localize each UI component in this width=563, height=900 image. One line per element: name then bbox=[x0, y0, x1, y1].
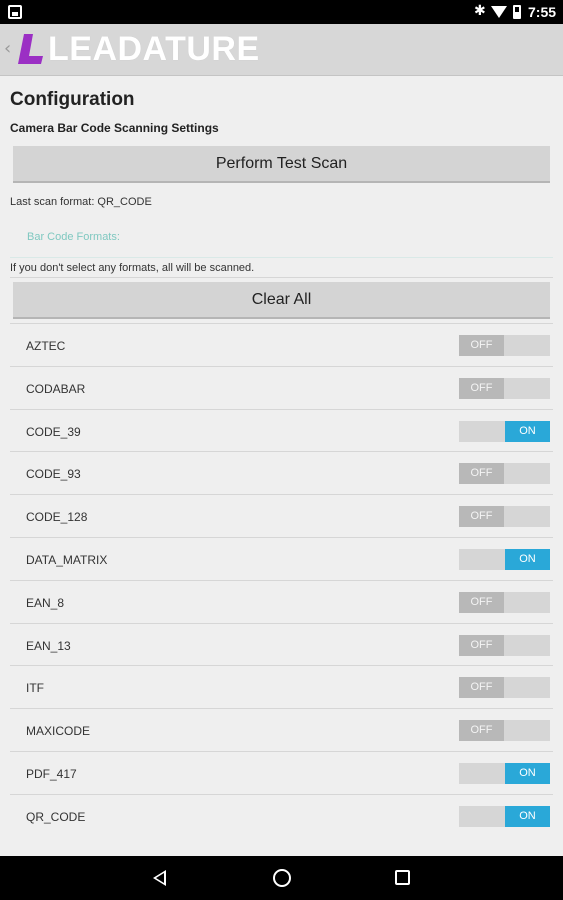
clear-all-button[interactable]: Clear All bbox=[13, 282, 550, 319]
last-scan-format: Last scan format: QR_CODE bbox=[10, 196, 152, 208]
app-brand[interactable]: LEADATURE bbox=[48, 30, 260, 69]
format-row: ITF OFF bbox=[10, 665, 553, 708]
format-label: PDF_417 bbox=[26, 766, 77, 781]
format-row: QR_CODE ON bbox=[10, 793, 553, 837]
format-toggle[interactable]: OFF bbox=[459, 720, 550, 742]
format-toggle[interactable]: ON bbox=[459, 548, 550, 570]
toggle-state-label: ON bbox=[505, 762, 550, 784]
format-row: EAN_13 OFF bbox=[10, 622, 553, 666]
app-bar: ‹ LEADATURE bbox=[0, 24, 563, 76]
format-toggle[interactable]: OFF bbox=[459, 506, 550, 528]
format-toggle[interactable]: OFF bbox=[459, 591, 550, 613]
toggle-state-label: OFF bbox=[459, 677, 504, 699]
format-label: CODE_93 bbox=[26, 467, 81, 482]
settings-content[interactable]: Configuration Camera Bar Code Scanning S… bbox=[0, 77, 563, 855]
toggle-state-label: OFF bbox=[459, 377, 504, 399]
format-row: DATA_MATRIX ON bbox=[10, 536, 553, 580]
format-toggle[interactable]: OFF bbox=[459, 335, 550, 356]
nav-recents-icon[interactable] bbox=[395, 870, 410, 885]
nav-home-icon[interactable] bbox=[273, 869, 291, 887]
format-row: PDF_417 ON bbox=[10, 750, 553, 794]
settings-subtitle: Camera Bar Code Scanning Settings bbox=[10, 121, 219, 135]
format-label: QR_CODE bbox=[26, 809, 86, 824]
format-label: CODE_39 bbox=[26, 424, 81, 439]
wifi-icon bbox=[491, 6, 507, 18]
formats-hint: If you don't select any formats, all wil… bbox=[10, 262, 255, 274]
toggle-state-label: ON bbox=[505, 420, 550, 442]
format-toggle[interactable]: ON bbox=[459, 805, 550, 827]
format-list: AZTEC OFF CODABAR OFF CODE_39 ON CODE_93 OFF COD… bbox=[10, 323, 553, 837]
format-row: CODE_128 OFF bbox=[10, 494, 553, 537]
format-label: MAXICODE bbox=[26, 724, 91, 739]
toggle-state-label: OFF bbox=[459, 506, 504, 528]
format-row: CODE_93 OFF bbox=[10, 451, 553, 494]
format-toggle[interactable]: OFF bbox=[459, 677, 550, 699]
navigation-bar bbox=[0, 856, 563, 900]
toggle-state-label: ON bbox=[505, 805, 550, 827]
toggle-state-label: OFF bbox=[459, 591, 504, 613]
format-toggle[interactable]: OFF bbox=[459, 377, 550, 399]
format-label: EAN_8 bbox=[26, 595, 65, 610]
chevron-left-icon[interactable]: ‹ bbox=[4, 38, 11, 59]
format-toggle[interactable]: ON bbox=[459, 762, 550, 784]
toggle-state-label: OFF bbox=[459, 720, 504, 742]
format-label: CODABAR bbox=[26, 381, 86, 396]
battery-icon bbox=[513, 5, 521, 19]
format-row: CODE_39 ON bbox=[10, 408, 553, 452]
status-bar: ✱ 7:55 bbox=[0, 0, 563, 24]
format-label: ITF bbox=[26, 681, 44, 696]
page-title: Configuration bbox=[10, 89, 135, 110]
format-label: CODE_128 bbox=[26, 510, 88, 525]
format-toggle[interactable]: OFF bbox=[459, 634, 550, 656]
format-label: EAN_13 bbox=[26, 638, 71, 653]
bar-code-formats-header: Bar Code Formats: bbox=[27, 231, 120, 243]
toggle-state-label: OFF bbox=[459, 634, 504, 656]
perform-test-scan-button[interactable]: Perform Test Scan bbox=[13, 146, 550, 183]
format-label: DATA_MATRIX bbox=[26, 552, 108, 567]
format-row: AZTEC OFF bbox=[10, 323, 553, 366]
notification-icon bbox=[8, 5, 22, 19]
format-row: EAN_8 OFF bbox=[10, 579, 553, 623]
format-label: AZTEC bbox=[26, 339, 66, 353]
hint-divider bbox=[10, 277, 553, 278]
format-row: MAXICODE OFF bbox=[10, 708, 553, 751]
format-row: CODABAR OFF bbox=[10, 365, 553, 409]
status-clock: 7:55 bbox=[528, 4, 557, 20]
bluetooth-icon: ✱ bbox=[474, 3, 486, 19]
format-toggle[interactable]: OFF bbox=[459, 463, 550, 485]
format-toggle[interactable]: ON bbox=[459, 420, 550, 442]
nav-back-icon[interactable] bbox=[153, 870, 166, 886]
toggle-state-label: ON bbox=[505, 548, 550, 570]
toggle-state-label: OFF bbox=[459, 463, 504, 485]
app-logo-icon bbox=[18, 34, 43, 64]
toggle-state-label: OFF bbox=[459, 335, 504, 356]
section-divider bbox=[10, 257, 553, 258]
